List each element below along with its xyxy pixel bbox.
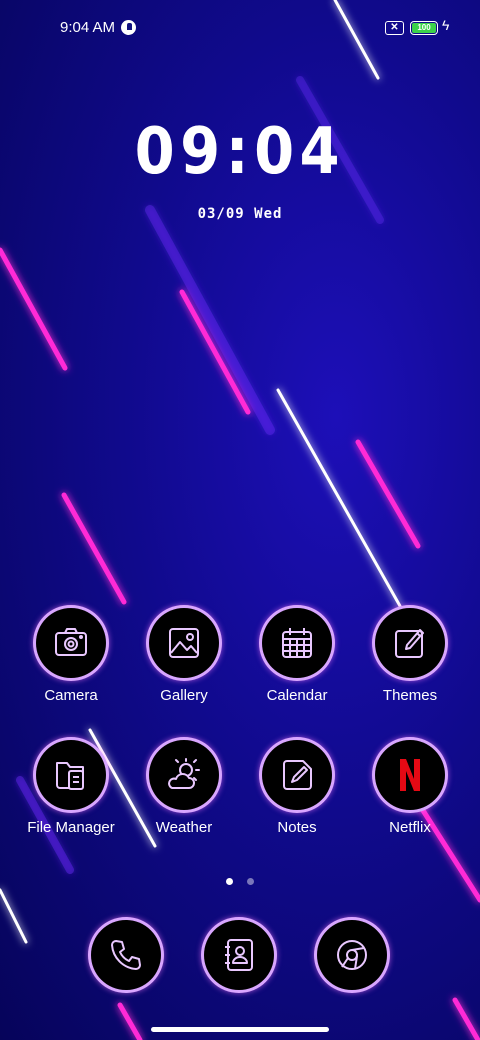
app-label-camera: Camera <box>44 687 98 704</box>
app-label-themes: Themes <box>382 687 438 704</box>
clock-date: 03/09 Wed <box>197 206 283 222</box>
weather-icon[interactable] <box>149 740 219 810</box>
battery-icon: 100 <box>410 21 438 35</box>
app-weather[interactable]: Weather <box>129 740 239 836</box>
page-dot-active[interactable] <box>225 878 233 885</box>
browser-icon[interactable] <box>317 920 387 990</box>
status-time: 9:04 AM <box>60 19 116 36</box>
opera-icon <box>121 20 136 35</box>
app-label-notes: Notes <box>277 819 317 836</box>
status-bar: 9:04 AM ✕ 100 ϟ <box>0 0 480 56</box>
app-themes[interactable]: Themes <box>355 608 465 704</box>
app-camera[interactable]: Camera <box>16 608 126 704</box>
phone-icon[interactable] <box>91 920 161 990</box>
app-label-gallery: Gallery <box>160 687 208 704</box>
dock-contacts[interactable] <box>204 920 274 990</box>
app-label-netflix: Netflix <box>389 819 431 836</box>
calendar-icon[interactable] <box>262 608 332 678</box>
app-label-file-manager: File Manager <box>27 819 115 836</box>
clock-time: 09:04 <box>134 115 346 189</box>
themes-icon[interactable] <box>375 608 445 678</box>
no-sim-icon: ✕ <box>385 21 404 35</box>
app-label-weather: Weather <box>155 819 213 836</box>
battery-level: 100 <box>412 23 436 33</box>
app-label-calendar: Calendar <box>266 687 328 704</box>
file-manager-icon[interactable] <box>36 740 106 810</box>
page-indicator[interactable] <box>0 872 480 890</box>
netflix-icon[interactable] <box>375 740 445 810</box>
page-dot[interactable] <box>247 878 255 885</box>
app-calendar[interactable]: Calendar <box>242 608 352 704</box>
contacts-icon[interactable] <box>204 920 274 990</box>
app-netflix[interactable]: Netflix <box>355 740 465 836</box>
gallery-icon[interactable] <box>149 608 219 678</box>
home-indicator[interactable] <box>151 1027 329 1032</box>
camera-icon[interactable] <box>36 608 106 678</box>
bolt-icon: ϟ <box>442 17 450 33</box>
dock-phone[interactable] <box>91 920 161 990</box>
app-notes[interactable]: Notes <box>242 740 352 836</box>
dock-browser[interactable] <box>317 920 387 990</box>
clock-widget[interactable]: 09:04 03/09 Wed <box>0 115 480 222</box>
app-file-manager[interactable]: File Manager <box>16 740 126 836</box>
app-gallery[interactable]: Gallery <box>129 608 239 704</box>
notes-icon[interactable] <box>262 740 332 810</box>
